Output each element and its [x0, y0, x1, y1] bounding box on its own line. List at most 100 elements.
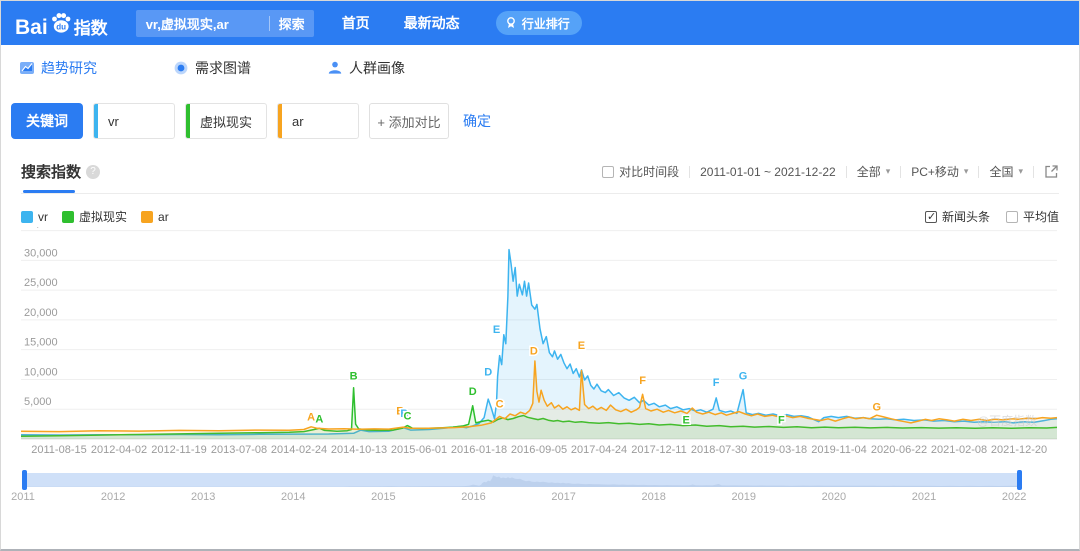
news-marker-G: G — [872, 401, 881, 413]
search-button[interactable]: 探索 — [270, 14, 314, 33]
legend: vr 虚拟现实 ar — [21, 208, 169, 225]
chart-title-group: 搜索指数 ? — [21, 161, 100, 190]
legend-row: vr 虚拟现实 ar 新闻头条 平均值 — [21, 208, 1059, 225]
year-label-2018: 2018 — [641, 491, 665, 503]
top-nav: 首页 最新动态 — [342, 13, 460, 33]
filter-dropdown-1[interactable]: PC+移动 ▾ — [911, 163, 968, 180]
svg-text:2014-10-13: 2014-10-13 — [331, 444, 387, 456]
filter-dropdown-2[interactable]: 全国▾ — [989, 163, 1023, 180]
help-icon[interactable]: ? — [86, 165, 100, 179]
medal-icon — [504, 16, 518, 30]
legend-item-ar[interactable]: ar — [141, 210, 169, 224]
svg-text:20,000: 20,000 — [24, 307, 58, 319]
svg-text:2015-06-01: 2015-06-01 — [391, 444, 447, 456]
legend-swatch — [62, 211, 74, 223]
news-marker-F: F — [639, 375, 646, 387]
year-label-2020: 2020 — [822, 491, 846, 503]
svg-text:2016-09-05: 2016-09-05 — [511, 444, 567, 456]
keyword-inputs: vr 虚拟现实 ar — [93, 103, 359, 139]
people-icon — [327, 60, 343, 76]
logo-text-bai: Bai — [15, 18, 48, 38]
svg-text:2018-07-30: 2018-07-30 — [691, 444, 747, 456]
news-marker-F: F — [713, 377, 720, 389]
nav-item-news[interactable]: 最新动态 — [404, 13, 460, 33]
news-marker-E: E — [578, 340, 585, 352]
trend-icon — [19, 60, 35, 76]
export-icon[interactable] — [1044, 164, 1059, 179]
year-label-2015: 2015 — [371, 491, 395, 503]
svg-text:2021-12-20: 2021-12-20 — [991, 444, 1047, 456]
svg-text:10,000: 10,000 — [24, 366, 58, 378]
add-compare-button[interactable]: + 添加对比 — [369, 103, 449, 139]
keyword-input-虚拟现实[interactable]: 虚拟现实 — [185, 103, 267, 139]
industry-ranking-button[interactable]: 行业排行 — [496, 11, 582, 35]
news-marker-C: C — [403, 410, 411, 422]
svg-text:2019-11-04: 2019-11-04 — [811, 444, 866, 456]
search-bar[interactable]: vr,虚拟现实,ar 探索 — [136, 10, 314, 37]
svg-text:5,000: 5,000 — [24, 396, 52, 408]
separator — [846, 166, 847, 178]
legend-label: 虚拟现实 — [79, 208, 127, 225]
separator — [978, 166, 979, 178]
tab-indicator-track — [21, 190, 1059, 193]
chevron-down-icon: ▾ — [964, 166, 969, 177]
checkbox-checked-icon — [925, 211, 937, 223]
nav-item-home[interactable]: 首页 — [342, 13, 370, 33]
svg-text:35,000: 35,000 — [24, 227, 58, 230]
keyword-label-button[interactable]: 关键词 — [11, 103, 83, 139]
trend-line-chart[interactable]: 5,00010,00015,00020,00025,00030,00035,00… — [21, 227, 1059, 461]
year-label-2017: 2017 — [551, 491, 575, 503]
filter-value: 全部 — [857, 163, 881, 180]
legend-item-vr[interactable]: vr — [21, 210, 48, 224]
year-label-2022: 2022 — [1002, 491, 1026, 503]
tab-label: 人群画像 — [349, 58, 405, 78]
date-range[interactable]: 2011-01-01 ~ 2021-12-22 — [700, 165, 836, 179]
baidu-index-page: Bai du 指数 vr,虚拟现实,ar 探索 首页 最新动态 — [0, 0, 1080, 551]
svg-text:2016-01-18: 2016-01-18 — [451, 444, 507, 456]
tab-需求图谱[interactable]: 需求图谱 — [173, 58, 251, 78]
keyword-input-ar[interactable]: ar — [277, 103, 359, 139]
tab-人群画像[interactable]: 人群画像 — [327, 58, 405, 78]
filter-value: 全国 — [989, 163, 1013, 180]
checkbox-icon — [1006, 211, 1018, 223]
svg-text:2011-08-15: 2011-08-15 — [31, 444, 86, 456]
filter-dropdown-0[interactable]: 全部▾ — [857, 163, 891, 180]
news-marker-F: F — [778, 415, 785, 427]
chart-filters: 对比时间段 2011-01-01 ~ 2021-12-22 全部▾ PC+移动 ▾ 全… — [602, 163, 1059, 190]
average-checkbox[interactable]: 平均值 — [1006, 208, 1059, 225]
keyword-text: ar — [282, 114, 304, 129]
svg-text:2012-11-19: 2012-11-19 — [151, 444, 206, 456]
confirm-button[interactable]: 确定 — [463, 111, 491, 131]
compare-period-checkbox[interactable]: 对比时间段 — [602, 163, 679, 180]
news-marker-E: E — [682, 415, 689, 427]
tab-趋势研究[interactable]: 趋势研究 — [19, 58, 97, 78]
year-label-2016: 2016 — [461, 491, 485, 503]
tab-indicator — [23, 190, 75, 193]
top-header: Bai du 指数 vr,虚拟现实,ar 探索 首页 最新动态 — [1, 1, 1079, 45]
news-headlines-checkbox[interactable]: 新闻头条 — [925, 208, 990, 225]
keyword-text: 虚拟现实 — [190, 112, 252, 131]
baidu-index-logo[interactable]: Bai du 指数 — [15, 9, 108, 38]
search-input[interactable]: vr,虚拟现实,ar — [136, 14, 269, 33]
divider — [21, 193, 1059, 194]
chart-title: 搜索指数 — [21, 161, 81, 182]
year-label-2011: 2011 — [11, 491, 35, 503]
logo-text-zhishu: 指数 — [74, 19, 108, 38]
time-range-brush: 2011201220132014201520162017201820192020… — [1, 469, 1079, 509]
news-marker-A: A — [307, 412, 315, 424]
svg-text:25,000: 25,000 — [24, 277, 58, 289]
news-headlines-label: 新闻头条 — [942, 208, 990, 225]
average-label: 平均值 — [1023, 208, 1059, 225]
news-marker-D: D — [469, 386, 477, 398]
watermark: @百度指数 — [977, 413, 1037, 428]
legend-swatch — [21, 211, 33, 223]
paw-icon: du — [49, 11, 73, 40]
legend-item-虚拟现实[interactable]: 虚拟现实 — [62, 208, 127, 225]
svg-text:2021-02-08: 2021-02-08 — [931, 444, 987, 456]
chart-svg: 5,00010,00015,00020,00025,00030,00035,00… — [21, 227, 1061, 461]
keyword-input-vr[interactable]: vr — [93, 103, 175, 139]
svg-text:2014-02-24: 2014-02-24 — [271, 444, 327, 456]
brush-track[interactable] — [23, 473, 1021, 487]
filter-value: PC+移动 — [911, 163, 959, 180]
brush-preview — [23, 473, 1021, 487]
